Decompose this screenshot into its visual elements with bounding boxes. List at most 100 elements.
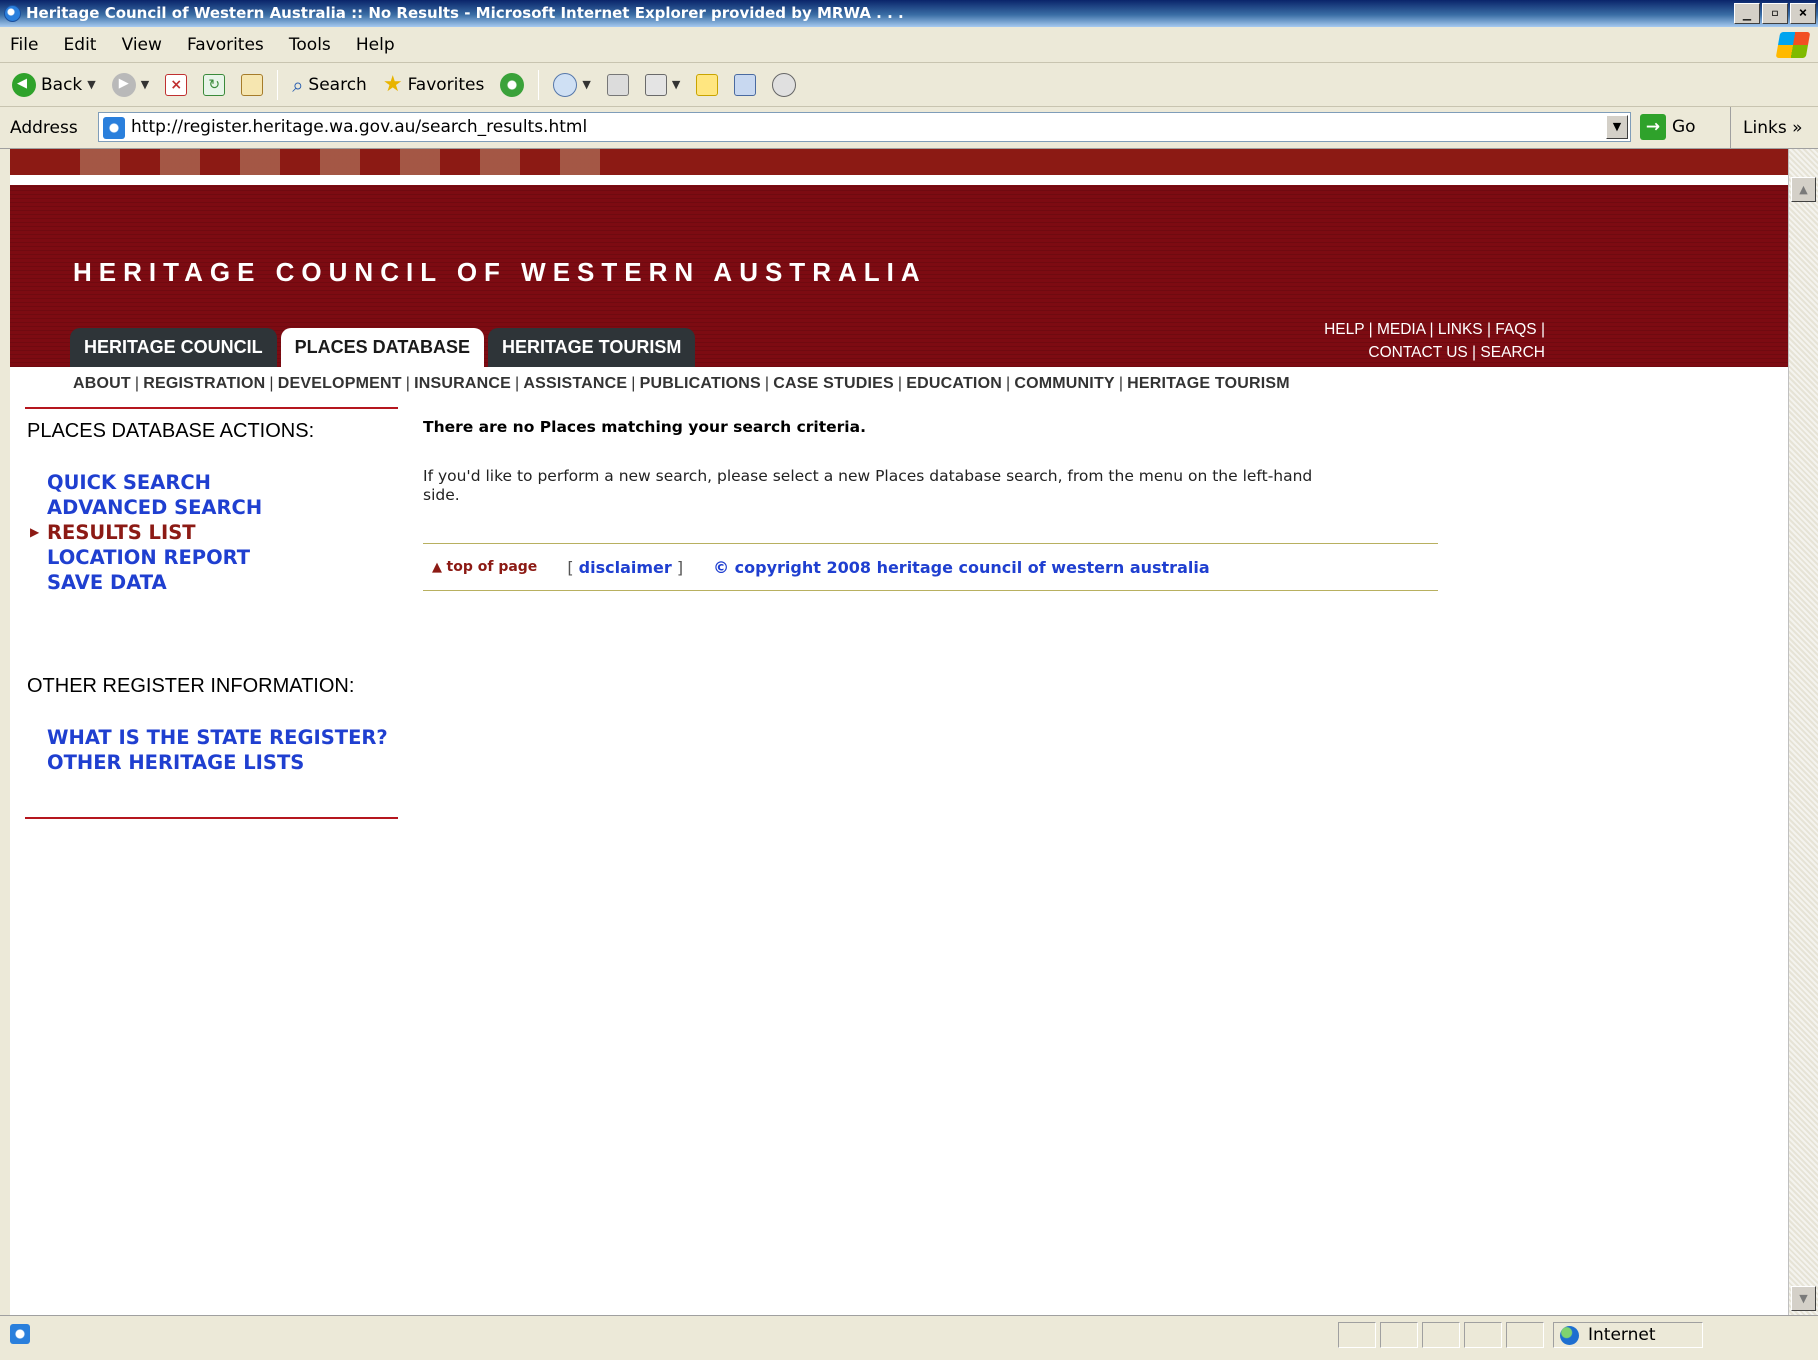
quick-search-link[interactable]: QUICK SEARCH [47, 470, 262, 495]
back-arrow-icon [12, 72, 36, 97]
home-button[interactable] [235, 67, 269, 103]
nav-heritage-tourism[interactable]: HERITAGE TOURISM [1127, 375, 1290, 392]
search-label: Search [308, 74, 367, 95]
back-dropdown-icon[interactable]: ▼ [87, 78, 95, 91]
info-list: WHAT IS THE STATE REGISTER? OTHER HERITA… [47, 725, 388, 775]
forward-button[interactable]: ▼ [106, 67, 155, 103]
maximize-button[interactable]: ▫ [1762, 3, 1788, 24]
edit-dropdown-icon[interactable]: ▼ [672, 78, 680, 91]
search-icon: ⌕ [292, 72, 304, 97]
menu-edit[interactable]: Edit [54, 27, 107, 63]
research-button[interactable] [728, 67, 762, 103]
vertical-scrollbar[interactable]: ▲ ▼ [1788, 149, 1818, 1315]
nav-publications[interactable]: PUBLICATIONS [640, 375, 761, 392]
forward-arrow-icon [111, 72, 136, 97]
links-link[interactable]: LINKS [1438, 321, 1483, 338]
nav-development[interactable]: DEVELOPMENT [278, 375, 402, 392]
header-banner-strip [10, 149, 1788, 185]
back-button[interactable]: Back ▼ [6, 67, 102, 103]
disclaimer-wrapper: [ disclaimer ] [567, 557, 684, 577]
address-label: Address [10, 118, 78, 138]
go-button[interactable]: → Go [1640, 112, 1696, 142]
help-link[interactable]: HELP [1324, 321, 1364, 338]
menu-help[interactable]: Help [346, 27, 405, 63]
menu-view[interactable]: View [112, 27, 172, 63]
nav-about[interactable]: ABOUT [73, 375, 131, 392]
sidebar-bottom-rule [25, 817, 398, 819]
address-dropdown-icon[interactable]: ▼ [1606, 115, 1628, 139]
print-button[interactable] [601, 67, 635, 103]
toolbar-separator [277, 69, 279, 100]
tab-heritage-council[interactable]: HERITAGE COUNCIL [70, 328, 277, 367]
top-of-page-label: top of page [446, 559, 538, 575]
tab-heritage-tourism[interactable]: HERITAGE TOURISM [488, 328, 696, 367]
address-field-box: ▼ [98, 112, 1631, 142]
tab-places-database[interactable]: PLACES DATABASE [280, 328, 485, 367]
save-data-link[interactable]: SAVE DATA [47, 570, 262, 595]
top-of-page-link[interactable]: ▲ top of page [432, 559, 537, 575]
nav-assistance[interactable]: ASSISTANCE [523, 375, 627, 392]
scroll-up-button[interactable]: ▲ [1791, 177, 1816, 202]
refresh-button[interactable]: ↻ [197, 67, 231, 103]
disclaimer-link[interactable]: disclaimer [579, 558, 672, 577]
page-footer-bar: ▲ top of page [ disclaimer ] © copyright… [423, 543, 1438, 591]
refresh-icon: ↻ [203, 73, 226, 96]
mail-dropdown-icon[interactable]: ▼ [582, 78, 590, 91]
search-link[interactable]: SEARCH [1480, 344, 1545, 361]
nav-case-studies[interactable]: CASE STUDIES [773, 375, 894, 392]
windows-logo-icon [1775, 32, 1811, 58]
print-icon [606, 73, 629, 96]
links-button[interactable]: Links » [1730, 107, 1802, 149]
globe-icon [1560, 1326, 1579, 1345]
location-report-link[interactable]: LOCATION REPORT [47, 545, 262, 570]
nav-education[interactable]: EDUCATION [906, 375, 1002, 392]
stop-icon: × [165, 73, 188, 96]
nav-community[interactable]: COMMUNITY [1014, 375, 1114, 392]
faqs-link[interactable]: FAQS [1495, 321, 1536, 338]
minimize-button[interactable]: _ [1734, 3, 1760, 24]
search-button[interactable]: ⌕ Search [286, 67, 373, 103]
chevron-right-icon: » [1792, 118, 1803, 138]
close-button[interactable]: × [1790, 3, 1816, 24]
messenger-icon [772, 72, 797, 97]
status-pane [1422, 1322, 1460, 1348]
other-heritage-lists-link[interactable]: OTHER HERITAGE LISTS [47, 750, 388, 775]
advanced-search-link[interactable]: ADVANCED SEARCH [47, 495, 262, 520]
info-heading: OTHER REGISTER INFORMATION: [27, 675, 355, 697]
ie-icon [4, 5, 21, 22]
status-pane [1380, 1322, 1418, 1348]
star-icon: ★ [382, 72, 403, 97]
actions-list: QUICK SEARCH ADVANCED SEARCH RESULTS LIS… [30, 470, 262, 595]
window-title: Heritage Council of Western Australia ::… [26, 4, 904, 22]
history-button[interactable] [494, 67, 530, 103]
nav-insurance[interactable]: INSURANCE [414, 375, 511, 392]
instructions-text: If you'd like to perform a new search, p… [423, 467, 1313, 504]
status-pane [1506, 1322, 1544, 1348]
favorites-label: Favorites [407, 74, 485, 95]
edit-button[interactable]: ▼ [639, 67, 686, 103]
links-label: Links [1743, 118, 1787, 138]
copyright-link[interactable]: © copyright 2008 heritage council of wes… [713, 558, 1210, 577]
media-link[interactable]: MEDIA [1377, 321, 1425, 338]
discuss-button[interactable] [690, 67, 724, 103]
mail-button[interactable]: ▼ [547, 67, 596, 103]
site-title: HERITAGE COUNCIL OF WESTERN AUSTRALIA [73, 257, 927, 287]
menu-bar: File Edit View Favorites Tools Help [0, 27, 1818, 63]
state-register-link[interactable]: WHAT IS THE STATE REGISTER? [47, 725, 388, 750]
results-list-link[interactable]: RESULTS LIST [30, 520, 262, 545]
scroll-down-button[interactable]: ▼ [1791, 1286, 1816, 1311]
address-bar: Address ▼ → Go Links » [0, 107, 1818, 149]
messenger-button[interactable] [766, 67, 802, 103]
page-icon [103, 117, 125, 139]
title-bar: Heritage Council of Western Australia ::… [0, 0, 1818, 27]
forward-dropdown-icon[interactable]: ▼ [141, 78, 149, 91]
contact-us-link[interactable]: CONTACT US [1368, 344, 1467, 361]
nav-registration[interactable]: REGISTRATION [143, 375, 265, 392]
favorites-button[interactable]: ★ Favorites [377, 67, 491, 103]
menu-tools[interactable]: Tools [279, 27, 341, 63]
address-input[interactable] [131, 115, 1591, 139]
menu-favorites[interactable]: Favorites [177, 27, 274, 63]
actions-heading: PLACES DATABASE ACTIONS: [27, 420, 315, 442]
menu-file[interactable]: File [0, 27, 48, 63]
stop-button[interactable]: × [159, 67, 193, 103]
